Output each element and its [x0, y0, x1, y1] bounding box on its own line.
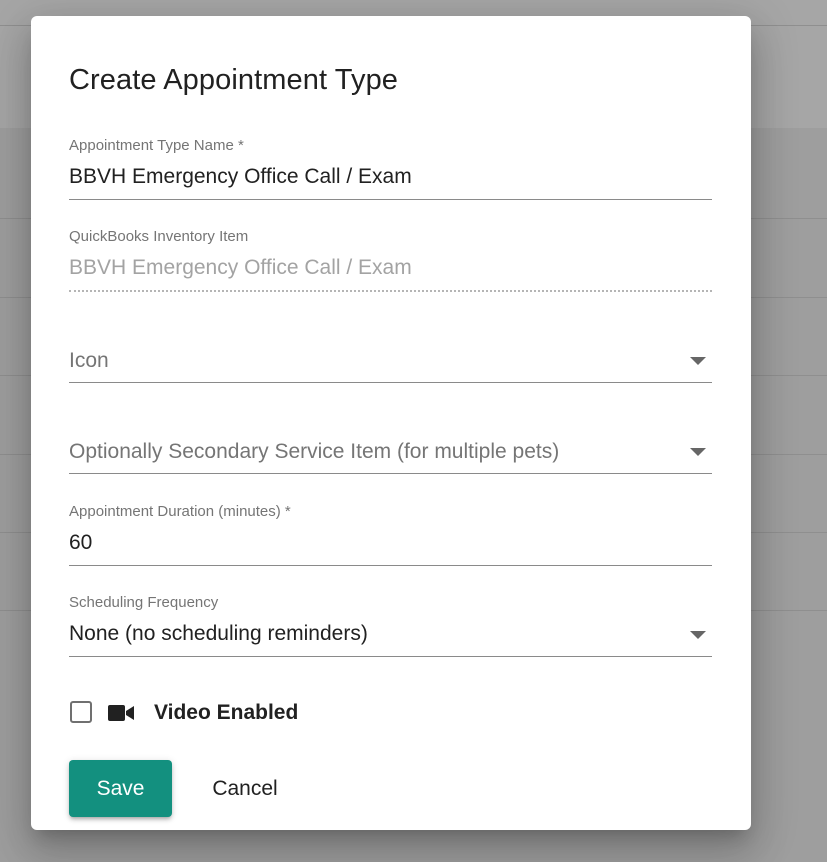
save-button[interactable]: Save: [69, 760, 172, 817]
video-enabled-row[interactable]: Video Enabled: [69, 700, 469, 728]
appointment-type-name-field[interactable]: Appointment Type Name * BBVH Emergency O…: [69, 137, 712, 201]
scheduling-frequency-value: None (no scheduling reminders): [69, 622, 368, 645]
appointment-duration-underline: [69, 565, 712, 566]
secondary-service-item-underline: [69, 473, 712, 474]
quickbooks-inventory-item-field: QuickBooks Inventory Item BBVH Emergency…: [69, 228, 712, 292]
appointment-duration-field[interactable]: Appointment Duration (minutes) * 60: [69, 503, 712, 567]
scheduling-frequency-underline: [69, 656, 712, 657]
appointment-type-name-underline: [69, 199, 712, 200]
chevron-down-icon[interactable]: [690, 448, 706, 456]
quickbooks-inventory-item-label: QuickBooks Inventory Item: [69, 228, 249, 245]
scheduling-frequency-label: Scheduling Frequency: [69, 594, 219, 611]
dialog-title: Create Appointment Type: [69, 64, 399, 96]
chevron-down-icon[interactable]: [690, 631, 706, 639]
appointment-type-name-input[interactable]: BBVH Emergency Office Call / Exam: [69, 164, 412, 190]
quickbooks-inventory-item-input: BBVH Emergency Office Call / Exam: [69, 256, 412, 279]
create-appointment-type-dialog: Create Appointment Type Appointment Type…: [31, 16, 751, 830]
video-enabled-label: Video Enabled: [154, 701, 299, 724]
cancel-button[interactable]: Cancel: [195, 760, 295, 817]
video-enabled-checkbox[interactable]: [70, 701, 92, 723]
icon-select-underline: [69, 382, 712, 383]
secondary-service-item-placeholder: Optionally Secondary Service Item (for m…: [69, 440, 560, 463]
scheduling-frequency-select[interactable]: Scheduling Frequency None (no scheduling…: [69, 594, 712, 658]
icon-select-placeholder: Icon: [69, 349, 109, 372]
appointment-type-name-label: Appointment Type Name *: [69, 137, 244, 154]
quickbooks-inventory-item-underline: [69, 290, 712, 292]
secondary-service-item-select[interactable]: Optionally Secondary Service Item (for m…: [69, 437, 712, 475]
icon-select[interactable]: Icon: [69, 346, 712, 384]
video-camera-icon: [108, 705, 134, 721]
chevron-down-icon[interactable]: [690, 357, 706, 365]
appointment-duration-label: Appointment Duration (minutes) *: [69, 503, 291, 520]
appointment-duration-input[interactable]: 60: [69, 530, 92, 556]
